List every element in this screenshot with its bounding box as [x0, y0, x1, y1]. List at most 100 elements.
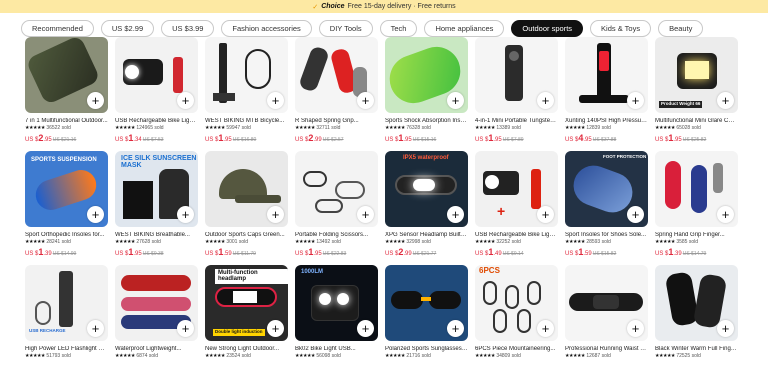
- product-card[interactable]: + Sports Shock Absorption Insol... ★★★★★…: [385, 37, 468, 150]
- add-to-cart-button[interactable]: +: [357, 206, 374, 223]
- chip-us-2-99[interactable]: US $2.99: [100, 19, 155, 37]
- chip-fashion-accessories[interactable]: Fashion accessories: [221, 19, 312, 37]
- product-card[interactable]: FOOT PROTECTION + Sport Insoles for Shoe…: [565, 151, 648, 264]
- add-to-cart-button[interactable]: +: [717, 92, 734, 109]
- product-title[interactable]: 7 in 1 Multifunctional Outdoor...: [25, 118, 108, 124]
- product-image[interactable]: +: [205, 151, 288, 227]
- product-image[interactable]: +: [385, 265, 468, 341]
- product-image[interactable]: +: [565, 37, 648, 113]
- chip-us-3-99[interactable]: US $3.99: [161, 19, 215, 37]
- chip-home-appliances[interactable]: Home appliances: [424, 19, 505, 37]
- product-card[interactable]: + Waterproof Lightweight... ★★★★★ 6874 s…: [115, 265, 198, 377]
- product-card[interactable]: + USB Rechargeable Bike Light... ★★★★★ 1…: [115, 37, 198, 150]
- add-to-cart-button[interactable]: +: [537, 206, 554, 223]
- product-image[interactable]: + +: [475, 151, 558, 227]
- product-image[interactable]: +: [655, 265, 738, 341]
- product-image[interactable]: FOOT PROTECTION +: [565, 151, 648, 227]
- chip-tech[interactable]: Tech: [379, 19, 418, 37]
- product-card[interactable]: 1000LM + Bk02 Bike Light USB... ★★★★★ 56…: [295, 265, 378, 377]
- add-to-cart-button[interactable]: +: [267, 320, 284, 337]
- product-title[interactable]: Bk02 Bike Light USB...: [295, 346, 378, 352]
- product-title[interactable]: 4-in-1 Mini Portable Tungsten...: [475, 118, 558, 124]
- add-to-cart-button[interactable]: +: [537, 92, 554, 109]
- product-title[interactable]: WEST BIKING Breathable...: [115, 232, 198, 238]
- add-to-cart-button[interactable]: +: [267, 206, 284, 223]
- product-title[interactable]: Professional Running Waist B...: [565, 346, 648, 352]
- product-image[interactable]: 1000LM +: [295, 265, 378, 341]
- product-title[interactable]: Multifunctional Mini Glare CO...: [655, 118, 738, 124]
- product-card[interactable]: + Spring Hand Grip Finger... ★★★★★ 3585 …: [655, 151, 738, 264]
- product-image[interactable]: Product Weight 66 +: [655, 37, 738, 113]
- product-card[interactable]: SPORTS SUSPENSION + Sport Orthopedic Ins…: [25, 151, 108, 264]
- product-image[interactable]: +: [295, 151, 378, 227]
- product-card[interactable]: + 7 in 1 Multifunctional Outdoor... ★★★★…: [25, 37, 108, 150]
- product-card[interactable]: Product Weight 66 + Multifunctional Mini…: [655, 37, 738, 150]
- chip-kids-toys[interactable]: Kids & Toys: [590, 19, 652, 37]
- product-title[interactable]: Sport Insoles for Shoes Sole...: [565, 232, 648, 238]
- product-image[interactable]: +: [295, 37, 378, 113]
- product-title[interactable]: XPG Sensor Headlamp Built In...: [385, 232, 468, 238]
- add-to-cart-button[interactable]: +: [627, 206, 644, 223]
- product-card[interactable]: + Polarized Sports Sunglasses F... ★★★★★…: [385, 265, 468, 377]
- add-to-cart-button[interactable]: +: [627, 320, 644, 337]
- product-title[interactable]: R Shaped Spring Grip...: [295, 118, 378, 124]
- product-title[interactable]: USB Rechargeable Bike Light...: [115, 118, 198, 124]
- product-title[interactable]: High Power LED Flashlight US...: [25, 346, 108, 352]
- add-to-cart-button[interactable]: +: [357, 320, 374, 337]
- add-to-cart-button[interactable]: +: [177, 320, 194, 337]
- product-card[interactable]: + + USB Rechargeable Bike Light... ★★★★★…: [475, 151, 558, 264]
- product-image[interactable]: USB RECHARGE +: [25, 265, 108, 341]
- product-card[interactable]: + Outdoor Sports Caps Green... ★★★★★ 300…: [205, 151, 288, 264]
- add-to-cart-button[interactable]: +: [537, 320, 554, 337]
- product-title[interactable]: New Strong Light Outdoor...: [205, 346, 288, 352]
- product-image[interactable]: +: [475, 37, 558, 113]
- add-to-cart-button[interactable]: +: [717, 206, 734, 223]
- product-title[interactable]: Waterproof Lightweight...: [115, 346, 198, 352]
- product-title[interactable]: 6PCS Piece Mountaineering...: [475, 346, 558, 352]
- product-image[interactable]: +: [385, 37, 468, 113]
- product-card[interactable]: + Professional Running Waist B... ★★★★★ …: [565, 265, 648, 377]
- product-title[interactable]: USB Rechargeable Bike Light...: [475, 232, 558, 238]
- product-card[interactable]: + R Shaped Spring Grip... ★★★★★ 32711 so…: [295, 37, 378, 150]
- add-to-cart-button[interactable]: +: [267, 92, 284, 109]
- product-image[interactable]: IPX5 waterproof +: [385, 151, 468, 227]
- product-title[interactable]: Portable Folding Scissors...: [295, 232, 378, 238]
- product-image[interactable]: +: [655, 151, 738, 227]
- product-title[interactable]: WEST BIKING MTB Bicycle...: [205, 118, 288, 124]
- product-card[interactable]: ICE SILK SUNSCREEN MASK + WEST BIKING Br…: [115, 151, 198, 264]
- chip-diy-tools[interactable]: DIY Tools: [318, 19, 373, 37]
- product-title[interactable]: Sport Orthopedic Insoles for...: [25, 232, 108, 238]
- product-card[interactable]: + WEST BIKING MTB Bicycle... ★★★★★ 59947…: [205, 37, 288, 150]
- add-to-cart-button[interactable]: +: [87, 320, 104, 337]
- product-title[interactable]: Sports Shock Absorption Insol...: [385, 118, 468, 124]
- chip-beauty[interactable]: Beauty: [658, 19, 704, 37]
- product-card[interactable]: + Portable Folding Scissors... ★★★★★ 134…: [295, 151, 378, 264]
- chip-recommended[interactable]: Recommended: [21, 19, 94, 37]
- product-title[interactable]: Outdoor Sports Caps Green...: [205, 232, 288, 238]
- product-title[interactable]: Xunting 140PSI High Pressure...: [565, 118, 648, 124]
- product-image[interactable]: Multi-function headlamp Double light indu…: [205, 265, 288, 341]
- add-to-cart-button[interactable]: +: [177, 206, 194, 223]
- product-card[interactable]: USB RECHARGE + High Power LED Flashlight…: [25, 265, 108, 377]
- product-image[interactable]: ICE SILK SUNSCREEN MASK +: [115, 151, 198, 227]
- product-image[interactable]: +: [115, 265, 198, 341]
- product-card[interactable]: 6PCS + 6PCS Piece Mountaineering... ★★★★…: [475, 265, 558, 377]
- product-image[interactable]: SPORTS SUSPENSION +: [25, 151, 108, 227]
- product-card[interactable]: + 4-in-1 Mini Portable Tungsten... ★★★★★…: [475, 37, 558, 150]
- add-to-cart-button[interactable]: +: [717, 320, 734, 337]
- product-card[interactable]: IPX5 waterproof + XPG Sensor Headlamp Bu…: [385, 151, 468, 264]
- add-to-cart-button[interactable]: +: [177, 92, 194, 109]
- product-card[interactable]: + Xunting 140PSI High Pressure... ★★★★★ …: [565, 37, 648, 150]
- product-image[interactable]: 6PCS +: [475, 265, 558, 341]
- product-title[interactable]: Polarized Sports Sunglasses F...: [385, 346, 468, 352]
- add-to-cart-button[interactable]: +: [447, 320, 464, 337]
- product-card[interactable]: + Black Winter Warm Full Finger... ★★★★★…: [655, 265, 738, 377]
- add-to-cart-button[interactable]: +: [627, 92, 644, 109]
- product-image[interactable]: +: [25, 37, 108, 113]
- add-to-cart-button[interactable]: +: [87, 206, 104, 223]
- product-image[interactable]: +: [115, 37, 198, 113]
- add-to-cart-button[interactable]: +: [447, 92, 464, 109]
- add-to-cart-button[interactable]: +: [447, 206, 464, 223]
- product-image[interactable]: +: [205, 37, 288, 113]
- product-title[interactable]: Black Winter Warm Full Finger...: [655, 346, 738, 352]
